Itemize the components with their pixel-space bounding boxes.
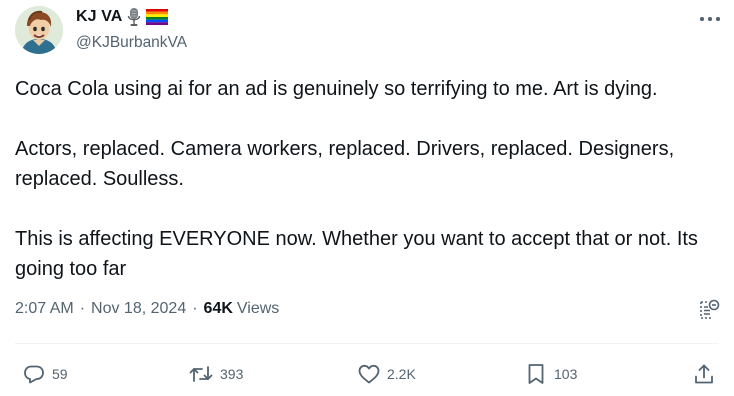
repost-button[interactable]: 393 xyxy=(188,362,243,386)
reply-count: 59 xyxy=(52,366,68,382)
share-button[interactable] xyxy=(692,362,716,386)
microphone-icon xyxy=(127,7,141,27)
reply-icon xyxy=(22,362,46,386)
bookmark-count: 103 xyxy=(554,366,578,382)
tweet-paragraph: This is affecting EVERYONE now. Whether … xyxy=(15,228,698,280)
tweet-text: Coca Cola using ai for an ad is genuinel… xyxy=(15,74,725,284)
tweet-paragraph: Actors, replaced. Camera workers, replac… xyxy=(15,138,675,190)
request-note-icon[interactable] xyxy=(697,298,721,322)
avatar[interactable] xyxy=(15,6,63,54)
heart-icon xyxy=(357,362,381,386)
more-options-icon[interactable] xyxy=(699,14,721,24)
rainbow-flag-icon xyxy=(146,9,169,25)
views-count: 64K xyxy=(203,300,233,317)
tweet-paragraph: Coca Cola using ai for an ad is genuinel… xyxy=(15,78,658,100)
author-handle[interactable]: @KJBurbankVA xyxy=(76,34,187,52)
share-icon xyxy=(692,362,716,386)
repost-count: 393 xyxy=(220,366,244,382)
tweet-meta: 2:07 AM · Nov 18, 2024 · 64K Views xyxy=(15,300,279,318)
repost-icon xyxy=(188,362,214,386)
avatar-illustration xyxy=(15,6,63,54)
bookmark-button[interactable]: 103 xyxy=(524,362,577,386)
meta-separator: · xyxy=(79,300,86,317)
author-display-name[interactable]: KJ VA xyxy=(76,8,122,26)
author-name-row: KJ VA xyxy=(76,7,169,27)
divider xyxy=(15,343,719,344)
like-button[interactable]: 2.2K xyxy=(357,362,416,386)
tweet-date[interactable]: Nov 18, 2024 xyxy=(91,300,186,318)
tweet-time[interactable]: 2:07 AM xyxy=(15,300,74,318)
bookmark-icon xyxy=(524,362,548,386)
like-count: 2.2K xyxy=(387,366,416,382)
views-label: Views xyxy=(236,300,280,317)
reply-button[interactable]: 59 xyxy=(22,362,68,386)
meta-separator: · xyxy=(192,300,198,317)
